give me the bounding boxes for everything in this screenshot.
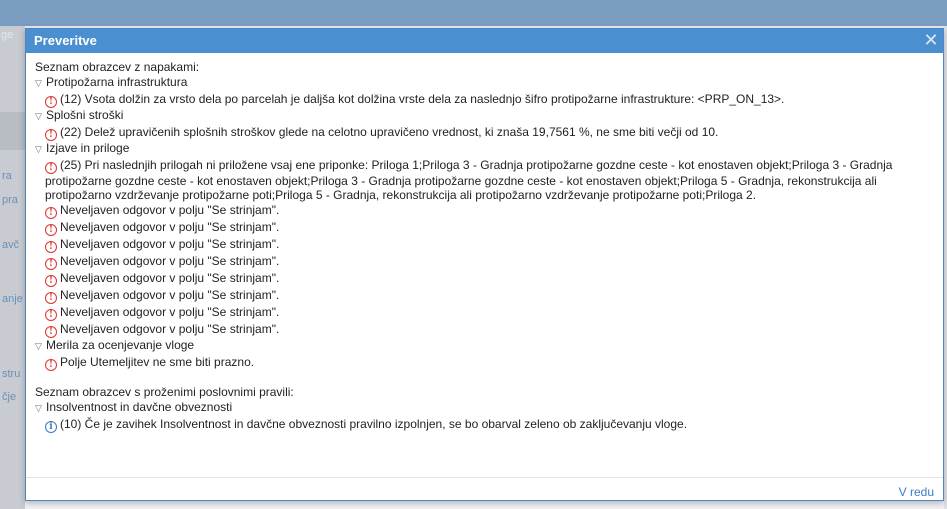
dialog-body: Seznam obrazcev z napakami: ▽ Protipožarna… bbox=[26, 53, 943, 473]
message-text: Neveljaven odgovor v polju "Se strinjam"… bbox=[60, 305, 280, 319]
background-text-fragment: anje bbox=[2, 293, 23, 305]
validation-message: ! Neveljaven odgovor v polju "Se strinjam… bbox=[35, 220, 934, 236]
group-toggle[interactable]: ▽ Merila za ocenjevanje vloge bbox=[35, 338, 934, 354]
validation-message: ! Neveljaven odgovor v polju "Se strinjam… bbox=[35, 254, 934, 270]
validation-message: ! (12) Vsota dolžin za vrsto dela po parc… bbox=[35, 92, 934, 108]
group-name: Protipožarna infrastruktura bbox=[46, 75, 188, 89]
error-circle-icon: ! bbox=[45, 258, 57, 270]
validation-message: ! (25) Pri naslednjih prilogah ni prilože… bbox=[35, 158, 934, 202]
error-circle-icon: ! bbox=[45, 309, 57, 321]
background-text-fragment: čje bbox=[2, 391, 17, 403]
group-name: Insolventnost in davčne obveznosti bbox=[46, 400, 233, 414]
validation-message: ! Neveljaven odgovor v polju "Se strinjam… bbox=[35, 322, 934, 338]
background-text-fragment: avč bbox=[2, 239, 20, 251]
group-toggle[interactable]: ▽ Insolventnost in davčne obveznosti bbox=[35, 400, 934, 416]
validation-message: ! (22) Delež upravičenih splošnih stroško… bbox=[35, 125, 934, 141]
error-circle-icon: ! bbox=[45, 275, 57, 287]
background-text-fragment: stru bbox=[2, 368, 21, 380]
message-text: Neveljaven odgovor v polju "Se strinjam"… bbox=[60, 237, 280, 251]
validation-message: ! Neveljaven odgovor v polju "Se strinjam… bbox=[35, 288, 934, 304]
message-text: Neveljaven odgovor v polju "Se strinjam"… bbox=[60, 220, 280, 234]
background-band bbox=[0, 112, 25, 150]
section-heading: Seznam obrazcev s proženimi poslovnimi p… bbox=[35, 385, 294, 399]
background-page bbox=[25, 500, 947, 509]
triangle-down-icon[interactable]: ▽ bbox=[35, 339, 46, 354]
section-heading: Seznam obrazcev z napakami: bbox=[35, 60, 200, 74]
background-header-bar bbox=[0, 0, 947, 26]
close-icon[interactable]: ✕ bbox=[922, 31, 940, 49]
validation-dialog: Preveritve ✕ Seznam obrazcev z napakami:… bbox=[25, 28, 944, 501]
error-circle-icon: ! bbox=[45, 292, 57, 304]
message-text: Polje Utemeljitev ne sme biti prazno. bbox=[60, 355, 255, 369]
group-toggle[interactable]: ▽ Protipožarna infrastruktura bbox=[35, 75, 934, 91]
message-text: (22) Delež upravičenih splošnih stroškov… bbox=[60, 125, 719, 139]
error-circle-icon: ! bbox=[45, 162, 57, 174]
validation-message: ! Polje Utemeljitev ne sme biti prazno. bbox=[35, 355, 934, 371]
triangle-down-icon[interactable]: ▽ bbox=[35, 142, 46, 157]
background-sidebar: ge ra pra avč anje stru čje bbox=[0, 26, 25, 509]
info-circle-icon: i bbox=[45, 421, 57, 433]
error-circle-icon: ! bbox=[45, 241, 57, 253]
message-text: Neveljaven odgovor v polju "Se strinjam"… bbox=[60, 322, 280, 336]
group-toggle[interactable]: ▽ Splošni stroški bbox=[35, 108, 934, 124]
error-circle-icon: ! bbox=[45, 96, 57, 108]
validation-message: ! Neveljaven odgovor v polju "Se strinjam… bbox=[35, 237, 934, 253]
background-text-fragment: ge bbox=[1, 29, 14, 41]
validation-message: ! Neveljaven odgovor v polju "Se strinjam… bbox=[35, 271, 934, 287]
triangle-down-icon[interactable]: ▽ bbox=[35, 76, 46, 91]
validation-message: ! Neveljaven odgovor v polju "Se strinjam… bbox=[35, 203, 934, 219]
dialog-titlebar[interactable]: Preveritve ✕ bbox=[26, 29, 943, 53]
message-text: Neveljaven odgovor v polju "Se strinjam"… bbox=[60, 288, 280, 302]
group-name: Izjave in priloge bbox=[46, 141, 130, 155]
background-text-fragment: ra bbox=[2, 170, 12, 182]
background-text-fragment: pra bbox=[2, 194, 18, 206]
message-text: Neveljaven odgovor v polju "Se strinjam"… bbox=[60, 203, 280, 217]
error-circle-icon: ! bbox=[45, 207, 57, 219]
dialog-title: Preveritve bbox=[34, 33, 97, 48]
message-text: Neveljaven odgovor v polju "Se strinjam"… bbox=[60, 254, 280, 268]
triangle-down-icon[interactable]: ▽ bbox=[35, 109, 46, 124]
group-name: Splošni stroški bbox=[46, 108, 124, 122]
triangle-down-icon[interactable]: ▽ bbox=[35, 401, 46, 416]
error-circle-icon: ! bbox=[45, 129, 57, 141]
message-text: (25) Pri naslednjih prilogah ni priložen… bbox=[45, 158, 893, 202]
message-text: (12) Vsota dolžin za vrsto dela po parce… bbox=[60, 92, 785, 106]
group-name: Merila za ocenjevanje vloge bbox=[46, 338, 195, 352]
error-circle-icon: ! bbox=[45, 224, 57, 236]
message-text: Neveljaven odgovor v polju "Se strinjam"… bbox=[60, 271, 280, 285]
dialog-footer: V redu bbox=[26, 477, 943, 501]
group-toggle[interactable]: ▽ Izjave in priloge bbox=[35, 141, 934, 157]
error-circle-icon: ! bbox=[45, 326, 57, 338]
validation-message: i (10) Če je zavihek Insolventnost in dav… bbox=[35, 417, 934, 433]
message-text: (10) Če je zavihek Insolventnost in davč… bbox=[60, 417, 688, 431]
error-circle-icon: ! bbox=[45, 359, 57, 371]
ok-button[interactable]: V redu bbox=[899, 485, 934, 499]
validation-message: ! Neveljaven odgovor v polju "Se strinjam… bbox=[35, 305, 934, 321]
